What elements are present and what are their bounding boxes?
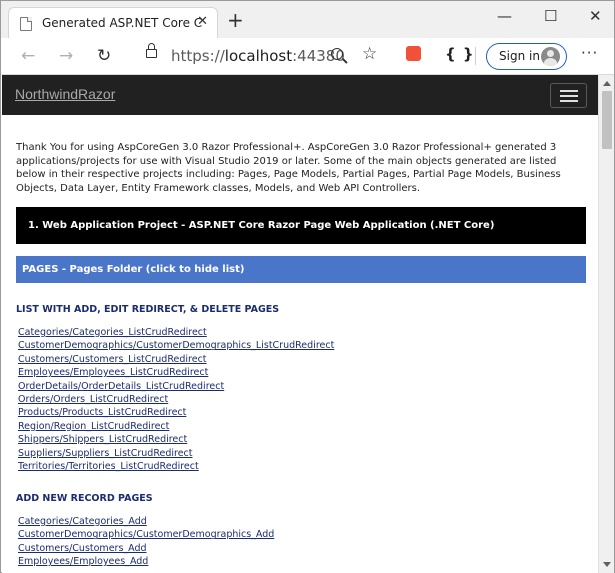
lock-icon[interactable] xyxy=(146,43,157,58)
scroll-up-arrow-icon[interactable] xyxy=(603,81,611,86)
list-page-link[interactable]: Orders/Orders_ListCrudRedirect xyxy=(18,393,334,406)
brand-link[interactable]: NorthwindRazor xyxy=(15,86,115,102)
url-prefix: https:// xyxy=(171,47,225,65)
list-page-link[interactable]: Shippers/Shippers_ListCrudRedirect xyxy=(18,433,334,446)
pages-folder-toggle[interactable]: PAGES - Pages Folder (click to hide list… xyxy=(16,256,586,283)
tab-strip: Generated ASP.NET Core Code - Ra ✕ + — ☐… xyxy=(1,1,614,38)
forward-button[interactable]: → xyxy=(59,46,73,66)
tab-close-icon[interactable]: ✕ xyxy=(197,14,208,29)
json-extension-icon[interactable]: { } xyxy=(445,45,475,63)
list-page-link[interactable]: Region/Region_ListCrudRedirect xyxy=(18,420,334,433)
list-links: Categories/Categories_ListCrudRedirect Cu… xyxy=(18,326,334,473)
list-page-link[interactable]: Categories/Categories_ListCrudRedirect xyxy=(18,326,334,339)
favorite-star-icon[interactable]: ☆ xyxy=(362,44,377,64)
back-button[interactable]: ← xyxy=(21,46,35,66)
list-page-link[interactable]: Employees/Employees_ListCrudRedirect xyxy=(18,366,334,379)
page-icon xyxy=(20,17,32,31)
zoom-icon[interactable] xyxy=(331,48,343,60)
add-page-link[interactable]: Employees/Employees_Add xyxy=(18,555,274,568)
sign-in-button[interactable]: Sign in xyxy=(486,43,567,70)
hamburger-icon xyxy=(560,90,578,92)
menu-toggle-button[interactable] xyxy=(550,83,587,108)
list-page-link[interactable]: Customers/Customers_ListCrudRedirect xyxy=(18,353,334,366)
tab-title: Generated ASP.NET Core Code - Ra xyxy=(42,16,202,30)
swift-extension-icon[interactable] xyxy=(406,46,421,61)
list-page-link[interactable]: Products/Products_ListCrudRedirect xyxy=(18,406,334,419)
project-header: 1. Web Application Project - ASP.NET Cor… xyxy=(16,207,586,244)
intro-text: Thank You for using AspCoreGen 3.0 Razor… xyxy=(16,142,561,194)
list-page-link[interactable]: OrderDetails/OrderDetails_ListCrudRedire… xyxy=(18,380,334,393)
browser-tab[interactable]: Generated ASP.NET Core Code - Ra ✕ xyxy=(8,7,218,38)
page-viewport: NorthwindRazor Thank You for using AspCo… xyxy=(2,75,598,573)
avatar-icon xyxy=(541,47,560,66)
list-page-link[interactable]: Territories/Territories_ListCrudRedirect xyxy=(18,460,334,473)
scroll-down-arrow-icon[interactable] xyxy=(603,562,611,567)
list-page-link[interactable]: Suppliers/Suppliers_ListCrudRedirect xyxy=(18,447,334,460)
toolbar-divider xyxy=(475,47,476,65)
scroll-thumb[interactable] xyxy=(602,91,612,149)
add-page-link[interactable]: CustomerDemographics/CustomerDemographic… xyxy=(18,528,274,541)
project-header-label: 1. Web Application Project - ASP.NET Cor… xyxy=(28,220,495,231)
add-section-title: ADD NEW RECORD PAGES xyxy=(16,493,153,504)
browser-window: Generated ASP.NET Core Code - Ra ✕ + — ☐… xyxy=(0,0,615,573)
address-bar[interactable]: https://localhost:44380 xyxy=(171,47,345,65)
add-page-link[interactable]: Customers/Customers_Add xyxy=(18,542,274,555)
sign-in-label: Sign in xyxy=(499,49,540,63)
refresh-button[interactable]: ↻ xyxy=(97,46,111,66)
app-navbar: NorthwindRazor xyxy=(2,75,598,115)
add-page-link[interactable]: Categories/Categories_Add xyxy=(18,515,274,528)
vertical-scrollbar[interactable] xyxy=(598,75,614,573)
new-tab-button[interactable]: + xyxy=(227,10,244,30)
list-section-title: LIST WITH ADD, EDIT REDIRECT, & DELETE P… xyxy=(16,304,280,315)
minimize-button[interactable]: — xyxy=(497,7,512,25)
more-options-icon[interactable]: ··· xyxy=(581,44,598,62)
add-links: Categories/Categories_Add CustomerDemogra… xyxy=(18,515,274,569)
pages-folder-label: PAGES - Pages Folder (click to hide list… xyxy=(22,264,245,275)
url-host: localhost xyxy=(224,47,293,65)
list-page-link[interactable]: CustomerDemographics/CustomerDemographic… xyxy=(18,339,334,352)
maximize-button[interactable]: ☐ xyxy=(544,7,557,25)
close-window-button[interactable]: ✕ xyxy=(589,7,602,25)
